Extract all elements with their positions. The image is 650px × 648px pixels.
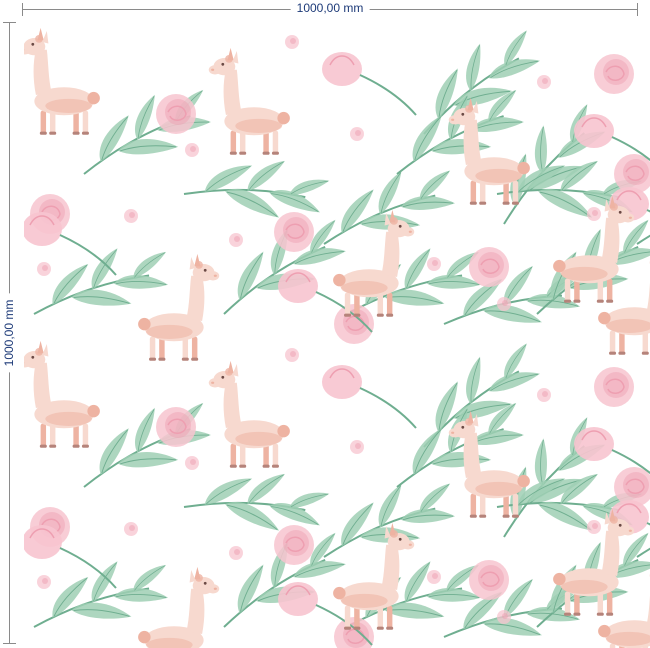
small-flower xyxy=(124,522,138,536)
small-flower xyxy=(350,440,364,454)
small-flower xyxy=(427,257,441,271)
llama-figure xyxy=(208,47,290,155)
llamas xyxy=(24,27,650,648)
rose-flower xyxy=(333,303,375,345)
small-flower xyxy=(285,35,299,49)
height-dimension-label: 1000,00 mm xyxy=(1,293,17,373)
rose-flower xyxy=(273,524,315,566)
llama-pattern-preview xyxy=(24,24,650,648)
leaf-branch xyxy=(182,453,335,545)
small-flower xyxy=(497,297,511,311)
rose-flower xyxy=(273,211,315,253)
small-flower xyxy=(185,456,199,470)
llama-figure xyxy=(24,27,100,135)
small-flower xyxy=(587,207,601,221)
leaf-branch xyxy=(65,387,223,500)
tulip-flower xyxy=(321,364,417,429)
small-flower xyxy=(37,262,51,276)
leaf-branches xyxy=(25,24,650,648)
small-flower xyxy=(537,388,551,402)
width-dimension-label: 1000,00 mm xyxy=(290,0,370,16)
small-flower xyxy=(537,75,551,89)
leaf-branch xyxy=(25,548,178,640)
rose-flower xyxy=(593,53,635,95)
rose-flower xyxy=(155,406,197,448)
rose-flower xyxy=(468,559,510,601)
small-flower xyxy=(124,209,138,223)
tulip-flower xyxy=(321,51,417,116)
small-flower xyxy=(587,520,601,534)
height-dimension: 1000,00 mm xyxy=(0,22,20,644)
llama-figure xyxy=(138,253,220,361)
leaf-branch xyxy=(182,140,335,232)
small-flower xyxy=(497,610,511,624)
small-flower xyxy=(350,127,364,141)
width-dimension-tick-left xyxy=(22,3,23,16)
small-flower xyxy=(185,143,199,157)
small-flower xyxy=(37,575,51,589)
small-flower xyxy=(229,546,243,560)
leaf-branch xyxy=(25,235,178,327)
height-dimension-tick-top xyxy=(3,22,16,23)
rose-flower xyxy=(155,93,197,135)
rose-flower xyxy=(593,366,635,408)
pattern-artwork xyxy=(24,24,650,648)
height-dimension-tick-bottom xyxy=(3,643,16,644)
rose-flower xyxy=(333,616,375,648)
llama-figure xyxy=(208,360,290,468)
small-flower xyxy=(427,570,441,584)
rose-flower xyxy=(468,246,510,288)
width-dimension: 1000,00 mm xyxy=(22,0,638,20)
small-flower xyxy=(229,233,243,247)
leaf-branch xyxy=(65,74,223,187)
width-dimension-tick-right xyxy=(637,3,638,16)
llama-figure xyxy=(24,340,100,448)
small-flower xyxy=(285,348,299,362)
